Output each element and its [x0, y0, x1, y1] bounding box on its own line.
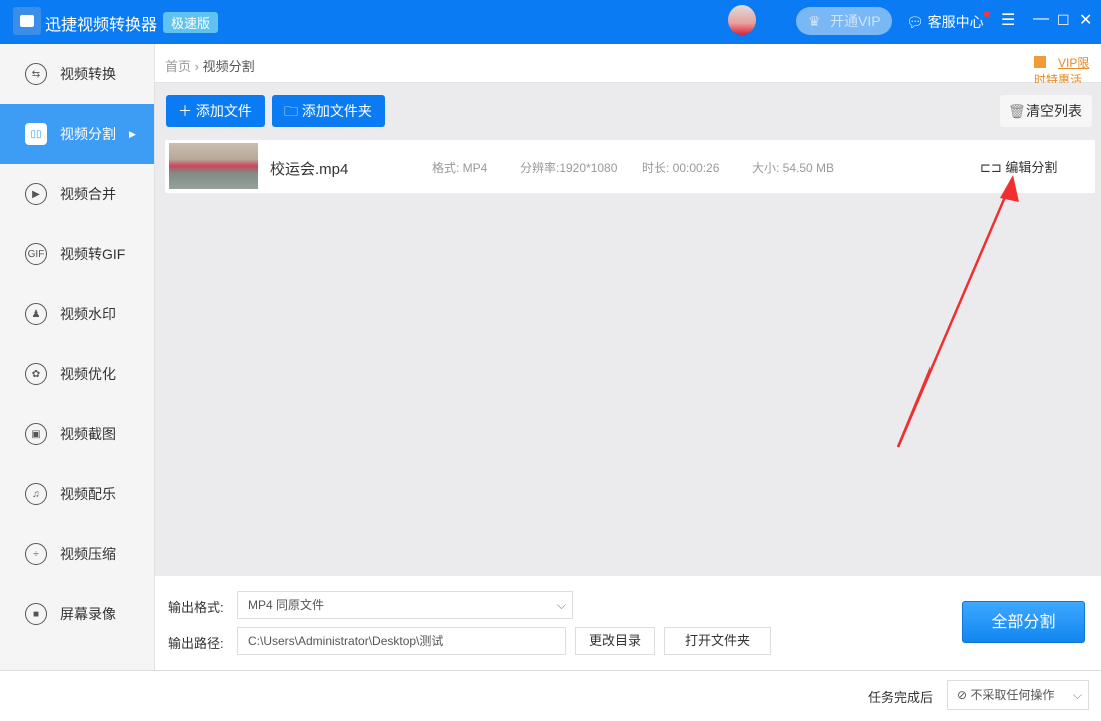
app-title: 迅捷视频转换器 — [45, 17, 158, 34]
caret-right-icon: ▶ — [129, 128, 136, 139]
folder-icon: 🗀︎ — [284, 103, 302, 119]
file-row[interactable]: 校运会.mp4 格式: MP4 分辨率:1920*1080 时长: 00:00:… — [165, 140, 1095, 193]
sidebar-item-icon: ▯▯ — [25, 123, 47, 145]
sidebar-item-8[interactable]: ♫ 视频配乐 — [0, 464, 154, 524]
notification-dot — [984, 11, 990, 17]
sidebar-item-label: 视频优化 — [60, 366, 116, 382]
edit-split-button[interactable]: ⊏⊐ 编辑分割 — [980, 157, 1057, 176]
customer-service-button[interactable]: 💬︎ 客服中心 — [906, 12, 984, 32]
avatar[interactable] — [728, 5, 756, 35]
sidebar-item-7[interactable]: ▣ 视频截图 — [0, 404, 154, 464]
sidebar-item-10[interactable]: ■ 屏幕录像 — [0, 584, 154, 644]
video-thumbnail — [169, 143, 258, 189]
sidebar-item-5[interactable]: ♟ 视频水印 — [0, 284, 154, 344]
breadcrumb-home[interactable]: 首页 — [165, 59, 191, 74]
file-area: ＋ 添加文件 🗀︎ 添加文件夹 🗑︎ 清空列表 校运会.mp4 格式: MP4 分… — [155, 83, 1101, 576]
file-format: 格式: MP4 — [432, 161, 488, 175]
vip-button[interactable]: ♛ 开通VIP — [796, 7, 892, 35]
clear-list-button[interactable]: 🗑︎ 清空列表 — [1000, 95, 1092, 127]
menu-icon[interactable]: ☰ — [1001, 10, 1015, 30]
file-size: 大小: 54.50 MB — [752, 161, 835, 175]
sidebar-item-icon: ▣ — [25, 423, 47, 445]
chevron-down-icon: ⌵ — [556, 598, 566, 612]
close-icon[interactable]: ✕ — [1079, 10, 1092, 30]
after-task-value: 不采取任何操作 — [970, 688, 1055, 702]
sidebar-item-label: 视频截图 — [60, 426, 116, 442]
crown-icon: ♛ — [808, 13, 821, 29]
sidebar-item-icon: ÷ — [25, 543, 47, 565]
service-label: 客服中心 — [927, 14, 984, 30]
after-task-select[interactable]: ⊘ 不采取任何操作 ⌵ — [947, 680, 1089, 710]
app-logo-icon — [13, 7, 41, 35]
split-icon: ⊏⊐ — [980, 160, 1006, 175]
sidebar-item-1[interactable]: ⇆ 视频转换 — [0, 44, 154, 104]
minimize-icon[interactable]: — — [1033, 10, 1049, 28]
ban-icon: ⊘ — [957, 688, 971, 702]
sidebar-item-3[interactable]: ▶ 视频合并 — [0, 164, 154, 224]
chevron-down-icon: ⌵ — [1072, 688, 1082, 702]
sidebar-item-label: 视频压缩 — [60, 546, 116, 562]
output-format-select[interactable]: MP4 同原文件 ⌵ — [237, 591, 573, 619]
trash-icon: 🗑︎ — [1008, 103, 1026, 119]
output-format-label: 输出格式: — [168, 600, 224, 615]
breadcrumb: 首页 › 视频分割 VIP限时特惠活动，即将恢复原价 — [155, 44, 1101, 121]
file-duration: 时长: 00:00:26 — [642, 161, 720, 175]
footer: 任务完成后 ⊘ 不采取任何操作 ⌵ — [0, 670, 1101, 721]
split-all-button[interactable]: 全部分割 — [962, 601, 1085, 643]
output-path-label: 输出路径: — [168, 636, 224, 651]
change-directory-button[interactable]: 更改目录 — [575, 627, 655, 655]
chat-icon: 💬︎ — [906, 14, 928, 30]
sidebar-item-label: 视频水印 — [60, 306, 116, 322]
file-resolution: 分辨率:1920*1080 — [520, 161, 618, 175]
sidebar-item-9[interactable]: ÷ 视频压缩 — [0, 524, 154, 584]
maximize-icon[interactable]: ☐ — [1057, 12, 1070, 29]
gift-icon — [1034, 56, 1046, 68]
sidebar-item-label: 视频转GIF — [60, 246, 126, 262]
sidebar-item-label: 视频分割 — [60, 126, 116, 142]
add-file-label: 添加文件 — [195, 103, 252, 119]
sidebar-item-label: 屏幕录像 — [60, 606, 116, 622]
sidebar-item-icon: ▶ — [25, 183, 47, 205]
after-task-label: 任务完成后 — [868, 690, 934, 705]
vip-label: 开通VIP — [830, 13, 881, 29]
sidebar-item-label: 视频配乐 — [60, 486, 116, 502]
sidebar: ⇆ 视频转换 ▯▯ 视频分割 ▶ ▶ 视频合并 GIF 视频转GIF ♟ 视频水印 ✿ 视频优化 ▣ 视频截… — [0, 44, 155, 670]
sidebar-item-4[interactable]: GIF 视频转GIF — [0, 224, 154, 284]
edit-split-label: 编辑分割 — [1005, 160, 1058, 175]
sidebar-item-icon: ■ — [25, 603, 47, 625]
sidebar-item-icon: ⇆ — [25, 63, 47, 85]
title-bar: 迅捷视频转换器 极速版 ♛ 开通VIP 💬︎ 客服中心 ☰ — ☐ ✕ — [0, 0, 1101, 44]
plus-icon: ＋ — [178, 103, 196, 119]
sidebar-item-icon: ✿ — [25, 363, 47, 385]
breadcrumb-current: 视频分割 — [202, 59, 255, 74]
add-folder-label: 添加文件夹 — [301, 103, 372, 119]
sidebar-item-2[interactable]: ▯▯ 视频分割 ▶ — [0, 104, 154, 164]
sidebar-item-label: 视频合并 — [60, 186, 116, 202]
sidebar-item-icon: ♫ — [25, 483, 47, 505]
add-folder-button[interactable]: 🗀︎ 添加文件夹 — [272, 95, 385, 127]
output-path-input[interactable]: C:\Users\Administrator\Desktop\测试 — [237, 627, 566, 655]
edition-badge: 极速版 — [163, 12, 219, 33]
sidebar-item-icon: ♟ — [25, 303, 47, 325]
annotation-arrow — [896, 366, 930, 448]
output-settings: 输出格式: MP4 同原文件 ⌵ 输出路径: C:\Users\Administr… — [155, 576, 1101, 670]
add-file-button[interactable]: ＋ 添加文件 — [166, 95, 265, 127]
file-name: 校运会.mp4 — [270, 161, 349, 178]
open-folder-button[interactable]: 打开文件夹 — [664, 627, 771, 655]
output-format-value: MP4 同原文件 — [248, 598, 325, 612]
sidebar-item-label: 视频转换 — [60, 66, 116, 82]
clear-list-label: 清空列表 — [1026, 103, 1082, 119]
sidebar-item-6[interactable]: ✿ 视频优化 — [0, 344, 154, 404]
sidebar-item-icon: GIF — [25, 243, 47, 265]
